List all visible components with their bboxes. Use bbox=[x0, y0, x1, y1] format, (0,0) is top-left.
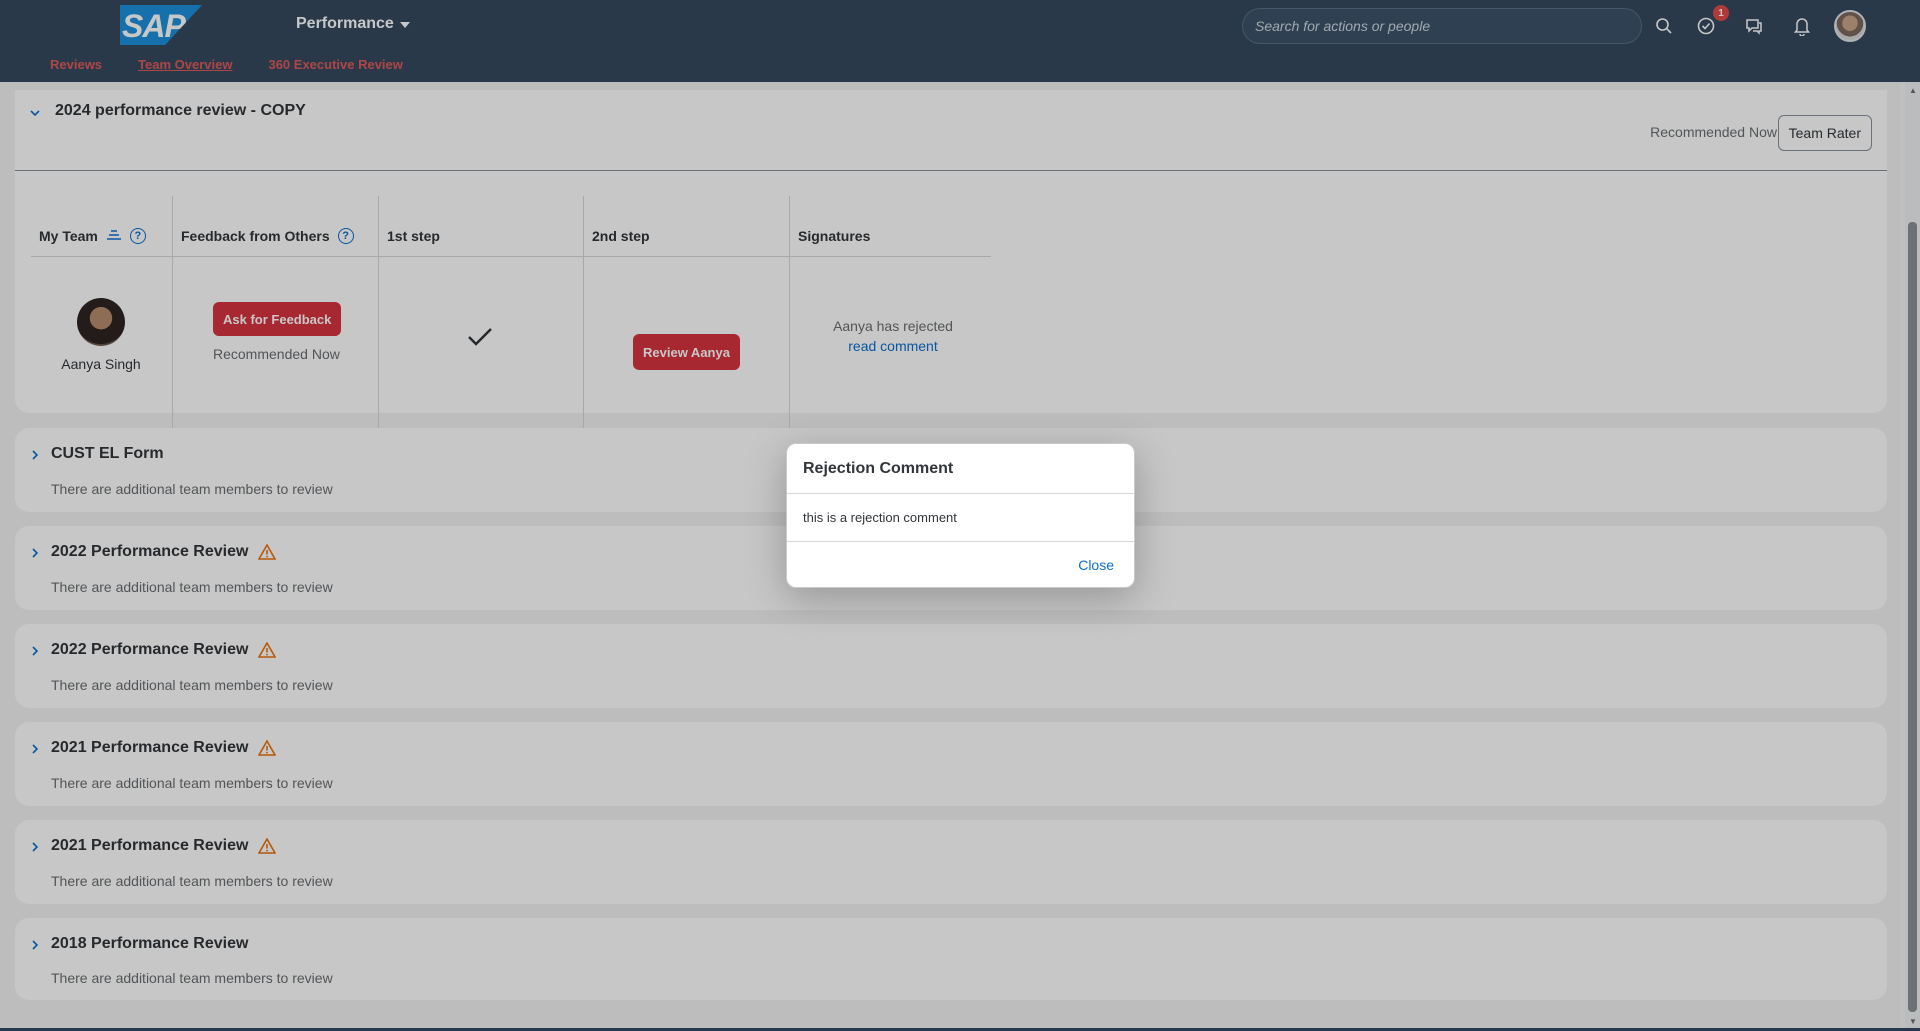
dialog-divider bbox=[787, 493, 1134, 494]
dialog-divider bbox=[787, 541, 1134, 542]
rejection-comment-dialog: Rejection Comment this is a rejection co… bbox=[786, 443, 1135, 588]
close-button[interactable]: Close bbox=[1078, 557, 1114, 573]
dialog-title: Rejection Comment bbox=[803, 460, 954, 477]
dialog-body: this is a rejection comment bbox=[803, 510, 957, 525]
